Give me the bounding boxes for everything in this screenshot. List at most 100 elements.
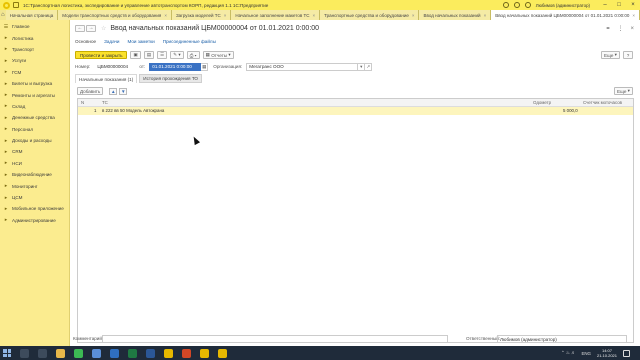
folder-icon[interactable] bbox=[56, 348, 65, 358]
close-icon[interactable]: × bbox=[632, 13, 635, 18]
sidebar-item-monitoring[interactable]: ▸ Мониторинг bbox=[0, 180, 69, 191]
form-toolbar-right: Еще ▾ ? bbox=[598, 51, 633, 59]
organization-field[interactable]: Мегатранс ООО bbox=[246, 62, 359, 71]
close-icon[interactable]: × bbox=[630, 26, 634, 32]
journal-icon[interactable]: ☰ bbox=[157, 51, 168, 59]
current-user[interactable]: Любимов (администратор) bbox=[536, 3, 590, 8]
favorites-icon[interactable] bbox=[524, 2, 531, 8]
tab-vehicle-models[interactable]: Модели транспортных средств и оборудован… bbox=[58, 10, 172, 20]
tab-start-page[interactable]: Начальная страница bbox=[5, 10, 59, 20]
sidebar-item-money[interactable]: ▸ Денежные средства bbox=[0, 112, 69, 123]
more-button[interactable]: Еще ▾ bbox=[601, 51, 620, 59]
sidebar-item-video[interactable]: ▸ Видеонаблюдение bbox=[0, 169, 69, 180]
reports-button[interactable]: ▦ Отчеты ▾ bbox=[202, 51, 234, 59]
table-row[interactable]: 1 в 222 вв 50 Модель Автокрана 5 000,0 bbox=[78, 107, 633, 115]
minimize-icon[interactable]: – bbox=[598, 2, 612, 8]
sidebar-item-warehouse[interactable]: ▸ Склад bbox=[0, 101, 69, 112]
add-row-button[interactable]: Добавить bbox=[77, 87, 104, 95]
help-button[interactable]: ? bbox=[623, 51, 633, 59]
post-and-close-button[interactable]: Провести и закрыть bbox=[75, 51, 128, 59]
tab-initial-readings-doc[interactable]: Ввод начальных показаний ЦБМ00000004 от … bbox=[491, 10, 640, 20]
tab-load-models[interactable]: Загрузка моделей ТС × bbox=[171, 10, 232, 20]
column-vehicle[interactable]: ТС bbox=[102, 100, 108, 105]
responsible-field[interactable]: Любимов (администратор) bbox=[497, 335, 627, 343]
create-based-on-icon[interactable]: ✎ ▾ bbox=[170, 51, 184, 59]
sidebar-item-tickets[interactable]: ▸ Билеты и выгрузка bbox=[0, 78, 69, 89]
excel-icon[interactable] bbox=[128, 348, 137, 358]
close-icon[interactable]: × bbox=[224, 13, 227, 18]
comment-field[interactable] bbox=[102, 335, 448, 343]
close-icon[interactable]: × bbox=[484, 13, 487, 18]
tab-initial-readings-list[interactable]: Ввод начальных показаний × bbox=[419, 10, 492, 20]
sidebar-item-csm[interactable]: ▸ ЦСМ bbox=[0, 192, 69, 203]
store-icon[interactable] bbox=[92, 348, 101, 358]
select-dropdown-icon[interactable]: ▾ bbox=[358, 62, 366, 71]
mail-icon[interactable] bbox=[110, 348, 119, 358]
column-n[interactable]: N bbox=[81, 100, 84, 105]
menu-icon[interactable] bbox=[13, 2, 19, 8]
title-bar: 1С:Транспортная логистика, экспедировани… bbox=[0, 0, 640, 10]
chrome-icon[interactable] bbox=[74, 348, 83, 358]
sidebar-item-logistics[interactable]: ▸ Логистика bbox=[0, 32, 69, 43]
tray-icons[interactable]: ⌃ ♨ ♬ bbox=[561, 350, 575, 356]
calendar-icon[interactable]: ▦ bbox=[201, 62, 209, 71]
sidebar-item-personnel[interactable]: ▸ Персонал bbox=[0, 124, 69, 135]
1c-icon[interactable] bbox=[200, 348, 209, 358]
close-icon[interactable]: × bbox=[164, 13, 167, 18]
move-down-icon[interactable]: ▼ bbox=[119, 87, 128, 95]
number-field[interactable]: ЦБМ00000004 bbox=[94, 63, 136, 71]
print-icon[interactable]: ⎙ ▾ bbox=[186, 51, 200, 59]
row-vehicle[interactable]: в 222 вв 50 Модель Автокрана bbox=[102, 108, 164, 113]
save-icon[interactable]: ▣ bbox=[130, 51, 141, 59]
sidebar-item-crm[interactable]: ▸ CRM bbox=[0, 146, 69, 157]
sidebar-item-transport[interactable]: ▸ Транспорт bbox=[0, 44, 69, 55]
section-notes[interactable]: Мои заметки bbox=[128, 39, 155, 44]
close-icon[interactable]: × bbox=[626, 2, 640, 8]
close-icon[interactable]: × bbox=[313, 13, 316, 18]
powerpoint-icon[interactable] bbox=[182, 348, 191, 358]
date-field[interactable]: 01.01.2021 0:00:00 bbox=[149, 62, 202, 71]
start-button-icon[interactable] bbox=[3, 349, 11, 357]
sidebar-item-income[interactable]: ▸ Доходы и расходы bbox=[0, 135, 69, 146]
link-icon[interactable]: ⚭ bbox=[605, 25, 610, 32]
back-button[interactable]: ← bbox=[75, 24, 85, 32]
tab-vehicles[interactable]: Транспортные средства и оборудование × bbox=[320, 10, 420, 20]
maximize-icon[interactable]: □ bbox=[612, 2, 626, 8]
more-actions-icon[interactable]: ⋮ bbox=[617, 25, 623, 32]
section-files[interactable]: Присоединенные файлы bbox=[163, 39, 216, 44]
sidebar-item-services[interactable]: ▸ Услуги bbox=[0, 55, 69, 66]
notifications-icon[interactable] bbox=[502, 2, 509, 8]
1c-icon[interactable] bbox=[218, 348, 227, 358]
section-main[interactable]: Основное bbox=[75, 39, 96, 44]
sidebar-item-repairs[interactable]: ▸ Ремонты и агрегаты bbox=[0, 89, 69, 100]
tab-maintenance-history[interactable]: История прохождения ТО bbox=[139, 74, 202, 83]
row-odometer[interactable]: 5 000,0 bbox=[563, 108, 578, 113]
clock[interactable]: 14:07 21.10.2021 bbox=[597, 348, 617, 358]
history-icon[interactable] bbox=[513, 2, 520, 8]
open-icon[interactable]: ↗ bbox=[365, 62, 373, 71]
column-engine-hours[interactable]: Счетчик моточасов bbox=[583, 100, 622, 105]
column-odometer[interactable]: Одометр bbox=[533, 100, 551, 105]
language-indicator[interactable]: ENG bbox=[581, 351, 591, 356]
sidebar-item-reference[interactable]: ▸ НСИ bbox=[0, 158, 69, 169]
sidebar-item-main[interactable]: ☰ Главное bbox=[0, 21, 69, 32]
tab-initial-fill[interactable]: Начальное заполнение макетов ТС × bbox=[231, 10, 321, 20]
word-icon[interactable] bbox=[146, 348, 155, 358]
move-up-icon[interactable]: ▲ bbox=[109, 87, 118, 95]
sidebar-item-admin[interactable]: ▸ Администрирование bbox=[0, 215, 69, 226]
sidebar-item-mobile[interactable]: ▸ Мобильное приложение bbox=[0, 203, 69, 214]
1c-icon[interactable] bbox=[164, 348, 173, 358]
tab-initial-readings[interactable]: Начальные показания (1) bbox=[75, 74, 138, 83]
close-icon[interactable]: × bbox=[412, 13, 415, 18]
table-more-button[interactable]: Еще ▾ bbox=[614, 87, 633, 95]
forward-button[interactable]: → bbox=[86, 24, 96, 32]
date-label: от: bbox=[139, 64, 146, 69]
sidebar-item-fuel[interactable]: ▸ ГСМ bbox=[0, 67, 69, 78]
taskview-icon[interactable] bbox=[38, 348, 47, 358]
notifications-icon[interactable] bbox=[623, 349, 630, 357]
search-icon[interactable] bbox=[20, 348, 29, 358]
favorite-star-icon[interactable]: ☆ bbox=[101, 25, 106, 32]
post-icon[interactable]: ▤ bbox=[143, 51, 155, 59]
form-sections: Основное Задачи Мои заметки Присоединенн… bbox=[75, 39, 224, 44]
section-tasks[interactable]: Задачи bbox=[104, 39, 119, 44]
